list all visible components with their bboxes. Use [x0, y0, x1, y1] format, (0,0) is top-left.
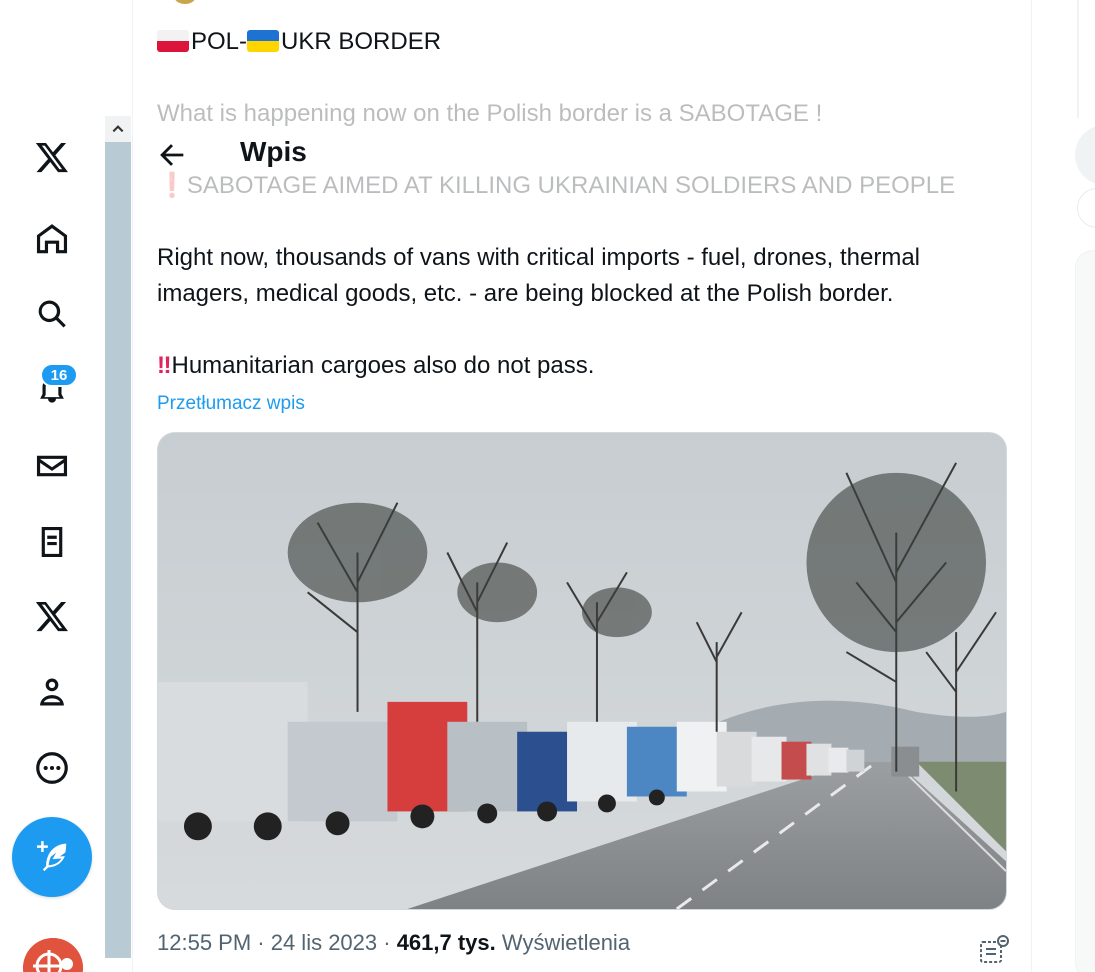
profile-icon[interactable]	[30, 670, 74, 714]
right-button-fragment[interactable]	[1077, 188, 1095, 228]
x-logo-icon[interactable]	[30, 136, 74, 180]
search-icon[interactable]	[30, 292, 74, 336]
views-count: 461,7 tys.	[396, 930, 496, 955]
more-icon[interactable]	[30, 746, 74, 790]
right-search-fragment[interactable]	[1075, 125, 1095, 185]
home-icon[interactable]	[30, 217, 74, 261]
page-title: Wpis	[240, 136, 307, 167]
double-exclamation-icon: ‼	[157, 352, 172, 379]
feather-plus-icon	[37, 841, 67, 872]
scroll-up-button[interactable]	[105, 116, 131, 142]
author-avatar-fragment	[173, 0, 197, 4]
x-premium-icon[interactable]	[30, 595, 74, 639]
scrollbar-track[interactable]	[105, 116, 131, 958]
post-line-4: Right now, thousands of vans with critic…	[157, 244, 921, 271]
views-label: Wyświetlenia	[495, 930, 631, 955]
translate-post-link[interactable]: Przetłumacz wpis	[157, 386, 305, 422]
compose-post-button[interactable]	[12, 817, 92, 897]
post-line-6: ‼Humanitarian cargoes also do not pass.	[157, 352, 595, 379]
lists-icon[interactable]	[30, 520, 74, 564]
right-sidebar-panel	[1075, 250, 1095, 972]
ukraine-flag-icon	[247, 30, 280, 52]
post-line-1: POL- UKR BORDER	[157, 24, 441, 60]
post-line-5: imagers, medical goods, etc. - are being…	[157, 280, 894, 307]
post-photo[interactable]	[157, 432, 1007, 910]
back-arrow-icon[interactable]	[155, 138, 189, 172]
chevron-up-icon	[112, 125, 124, 133]
crosshair-avatar-icon	[23, 938, 83, 972]
post-header: Wpis	[133, 122, 1013, 188]
right-divider	[1077, 0, 1079, 118]
trucks-on-road-image	[158, 433, 1006, 909]
grok-analyze-icon[interactable]	[978, 934, 1010, 966]
post-meta: 12:55 PM · 24 lis 2023 · 461,7 tys. Wyśw…	[157, 930, 630, 956]
poland-flag-icon	[157, 30, 189, 52]
notification-badge: 16	[40, 363, 78, 387]
account-avatar[interactable]	[23, 938, 83, 972]
mail-icon[interactable]	[30, 444, 74, 488]
post-timestamp[interactable]: 12:55 PM · 24 lis 2023 ·	[157, 930, 397, 955]
